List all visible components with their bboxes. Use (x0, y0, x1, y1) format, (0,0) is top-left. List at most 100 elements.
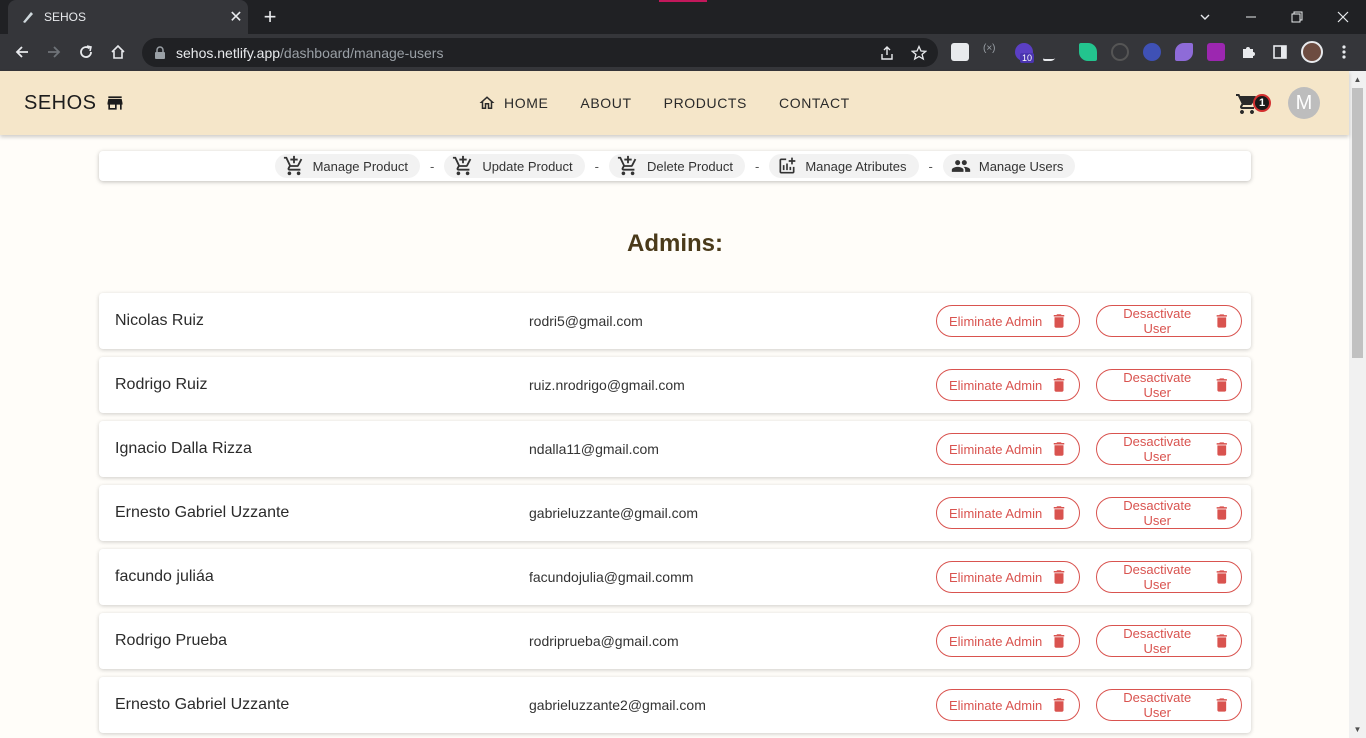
trash-icon (1053, 442, 1065, 456)
eliminate-admin-label: Eliminate Admin (949, 377, 1043, 393)
side-panel-icon[interactable] (1267, 39, 1293, 65)
deactivate-user-button[interactable]: Desactivate User (1096, 561, 1242, 593)
extension-circle-icon[interactable] (1111, 43, 1129, 61)
trash-icon (1217, 378, 1228, 392)
scroll-thumb[interactable] (1352, 88, 1363, 358)
deactivate-user-button[interactable]: Desactivate User (1096, 625, 1242, 657)
main-nav: HOME ABOUT PRODUCTS CONTACT (470, 71, 874, 135)
tab-search-icon[interactable] (1182, 0, 1228, 34)
eliminate-admin-button[interactable]: Eliminate Admin (936, 369, 1080, 401)
new-tab-button[interactable]: + (258, 5, 282, 29)
admin-email: gabrieluzzante@gmail.com (529, 505, 699, 521)
nav-contact[interactable]: CONTACT (771, 89, 858, 117)
deactivate-user-button[interactable]: Desactivate User (1096, 689, 1242, 721)
deactivate-user-label: Desactivate User (1123, 370, 1192, 400)
admin-name: Nicolas Ruiz (115, 312, 204, 329)
home-icon (479, 96, 495, 109)
deactivate-user-button[interactable]: Desactivate User (1096, 497, 1242, 529)
trash-icon (1217, 634, 1228, 648)
deactivate-user-button[interactable]: Desactivate User (1096, 369, 1242, 401)
update-cart-icon (453, 155, 472, 176)
forward-icon[interactable] (41, 39, 67, 65)
extension-video-icon[interactable] (1207, 43, 1225, 61)
nav-about[interactable]: ABOUT (572, 89, 639, 117)
admin-row: Ernesto Gabriel Uzzante gabrieluzzante2@g… (99, 677, 1251, 733)
scroll-down-icon[interactable]: ▼ (1349, 721, 1366, 738)
admin-row: Rodrigo Prueba rodriprueba@gmail.com Elimi… (99, 613, 1251, 669)
admin-row: Ernesto Gabriel Uzzante gabrieluzzante@gm… (99, 485, 1251, 541)
admin-row: Ignacio Dalla Rizza ndalla11@gmail.com Eli… (99, 421, 1251, 477)
tab-strip-accent (659, 0, 707, 2)
deactivate-user-label: Desactivate User (1123, 562, 1192, 592)
chip-delete-product-label: Delete Product (647, 158, 733, 174)
home-browser-icon[interactable] (105, 39, 131, 65)
admin-email: ndalla11@gmail.com (529, 441, 659, 457)
extension-b-icon[interactable] (951, 43, 969, 61)
lock-icon (155, 45, 165, 59)
trash-icon (1217, 506, 1228, 520)
restore-icon[interactable] (1274, 0, 1320, 34)
trash-icon (1217, 570, 1228, 584)
page-scrollbar[interactable]: ▲ ▼ (1349, 71, 1366, 738)
nav-products[interactable]: PRODUCTS (656, 89, 755, 117)
browser-tab[interactable]: SEHOS ✕ (8, 0, 248, 34)
extension-green-icon[interactable] (1079, 43, 1097, 61)
extensions-puzzle-icon[interactable] (1235, 39, 1261, 65)
profile-avatar-icon[interactable] (1299, 39, 1325, 65)
chip-delete-product[interactable]: Delete Product (609, 154, 745, 178)
cart-count-badge: 1 (1253, 94, 1271, 112)
chip-manage-product[interactable]: Manage Product (274, 154, 420, 178)
eliminate-admin-button[interactable]: Eliminate Admin (936, 497, 1080, 529)
eliminate-admin-button[interactable]: Eliminate Admin (936, 625, 1080, 657)
back-icon[interactable] (9, 39, 35, 65)
chip-update-product[interactable]: Update Product (444, 154, 585, 178)
subnav-separator: - (594, 158, 599, 174)
bookmark-star-icon[interactable] (910, 44, 928, 62)
admin-name: Rodrigo Prueba (115, 632, 228, 649)
reload-icon[interactable] (73, 39, 99, 65)
chip-manage-users[interactable]: Manage Users (942, 154, 1076, 178)
eliminate-admin-button[interactable]: Eliminate Admin (936, 689, 1080, 721)
url-host: sehos.netlify.app (176, 44, 281, 61)
admin-row: Rodrigo Ruiz ruiz.nrodrigo@gmail.com Elimi… (99, 357, 1251, 413)
deactivate-user-button[interactable]: Desactivate User (1096, 433, 1242, 465)
add-chart-icon (779, 157, 796, 174)
minimize-icon[interactable] (1228, 0, 1274, 34)
admin-row: facundo juliáa facundojulia@gmail.comm Eli… (99, 549, 1251, 605)
nav-home[interactable]: HOME (470, 88, 556, 118)
cart-button[interactable]: 1 (1235, 90, 1271, 118)
tab-close-icon[interactable]: ✕ (224, 7, 248, 27)
eliminate-admin-label: Eliminate Admin (949, 505, 1043, 521)
extension-violet-icon[interactable] (1175, 43, 1193, 61)
chip-update-product-label: Update Product (482, 158, 573, 174)
add-cart-icon (283, 155, 302, 176)
close-window-icon[interactable] (1320, 0, 1366, 34)
share-icon[interactable] (878, 44, 896, 62)
subnav-separator: - (755, 158, 760, 174)
user-avatar[interactable]: M (1288, 87, 1320, 119)
eliminate-admin-button[interactable]: Eliminate Admin (936, 561, 1080, 593)
admin-email: facundojulia@gmail.comm (529, 569, 694, 585)
admin-email: ruiz.nrodrigo@gmail.com (529, 377, 685, 393)
subnav-separator: - (429, 158, 435, 174)
extension-pen-icon[interactable] (1041, 43, 1065, 61)
admin-email: rodri5@gmail.com (529, 313, 643, 329)
eliminate-admin-button[interactable]: Eliminate Admin (936, 433, 1080, 465)
eliminate-admin-button[interactable]: Eliminate Admin (936, 305, 1080, 337)
deactivate-user-label: Desactivate User (1123, 498, 1192, 528)
trash-icon (1053, 698, 1065, 712)
scroll-up-icon[interactable]: ▲ (1349, 71, 1366, 88)
address-bar[interactable]: sehos.netlify.app/dashboard/manage-users (142, 38, 938, 67)
deactivate-user-button[interactable]: Desactivate User (1096, 305, 1242, 337)
trash-icon (1217, 442, 1228, 456)
trash-icon (1217, 698, 1228, 712)
chip-manage-atributes[interactable]: Manage Atributes (769, 154, 919, 178)
eliminate-admin-label: Eliminate Admin (949, 569, 1043, 585)
brand-logo[interactable]: SEHOS (24, 71, 125, 135)
menu-kebab-icon[interactable] (1331, 39, 1357, 65)
subnav-separator: - (928, 158, 933, 174)
extension-blue-icon[interactable] (1143, 43, 1161, 61)
extension-brackets-icon[interactable]: (×) (983, 43, 1001, 61)
trash-icon (1053, 570, 1065, 584)
deactivate-user-label: Desactivate User (1123, 306, 1192, 336)
